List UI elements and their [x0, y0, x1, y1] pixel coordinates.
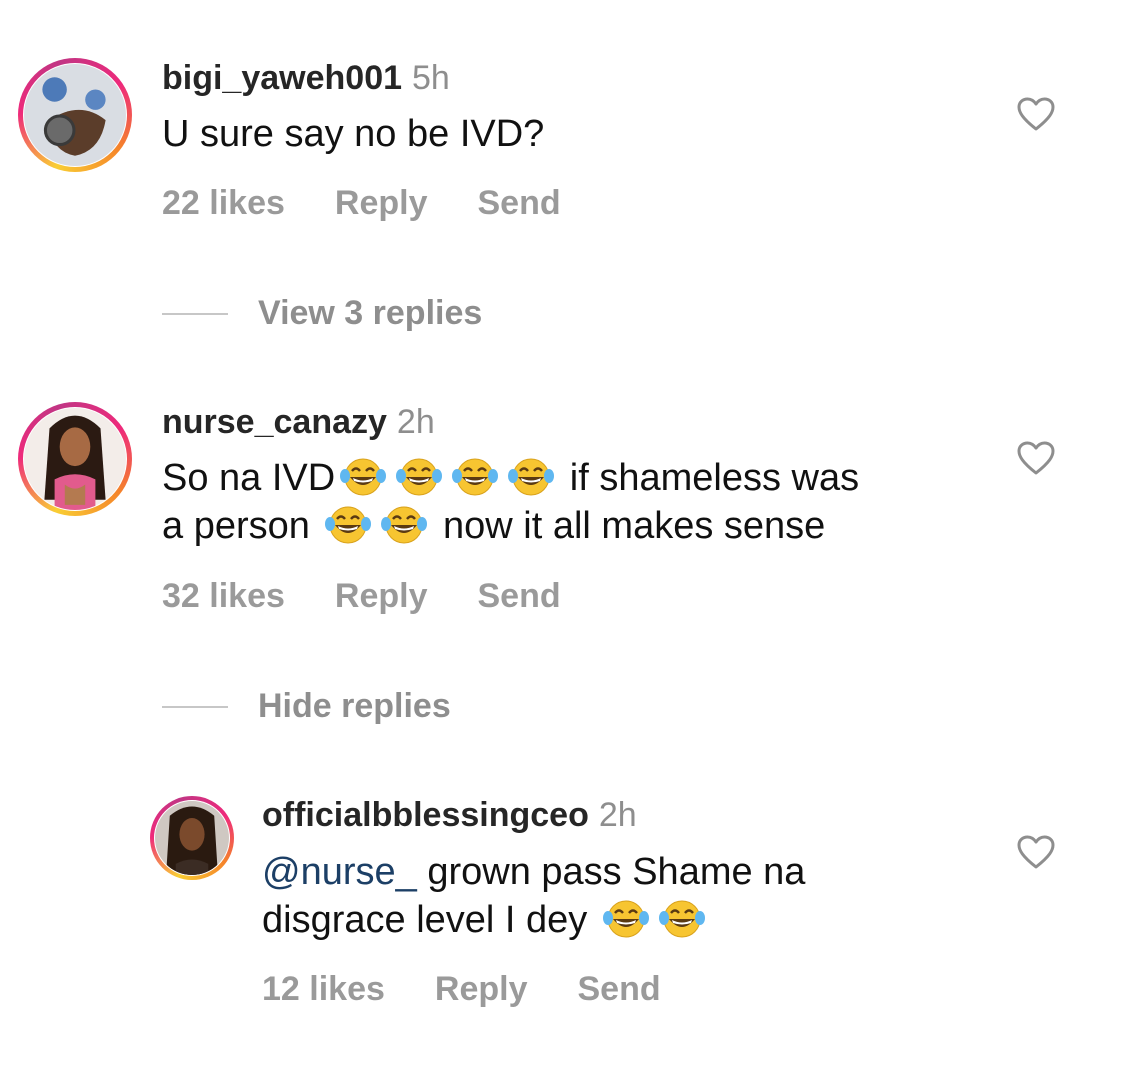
- laughing-emoji: [451, 456, 499, 498]
- comment-header: nurse_canazy 2h: [162, 402, 435, 442]
- comment-text-segment: a person: [162, 505, 310, 547]
- view-replies-label: View 3 replies: [258, 294, 483, 332]
- avatar-photo: [155, 801, 229, 875]
- avatar[interactable]: [18, 402, 132, 516]
- username[interactable]: nurse_canazy: [162, 403, 387, 441]
- reply-button[interactable]: Reply: [335, 184, 428, 222]
- laughing-emoji: [507, 456, 555, 498]
- comment-actions: 12 likes Reply Send: [262, 970, 711, 1009]
- comment-text-segment: now it all makes sense: [443, 505, 826, 547]
- send-button[interactable]: Send: [477, 577, 560, 615]
- likes-count[interactable]: 12 likes: [262, 970, 385, 1008]
- timestamp: 5h: [412, 59, 450, 97]
- laughing-emoji: [602, 898, 650, 940]
- laughing-emoji: [658, 898, 706, 940]
- comment-text-segment: So na IVD: [162, 457, 336, 499]
- comment-actions: 32 likes Reply Send: [162, 577, 611, 616]
- comment-text: @nurse_ grown pass Shame na disgrace lev…: [262, 848, 982, 944]
- comment-text-segment: grown pass Shame na: [427, 851, 806, 893]
- avatar-photo: [24, 408, 126, 510]
- heart-icon[interactable]: [1016, 834, 1056, 870]
- comment-header: bigi_yaweh001 5h: [162, 58, 450, 98]
- heart-icon[interactable]: [1016, 96, 1056, 132]
- username[interactable]: officialbblessingceo: [262, 796, 589, 834]
- mention-link[interactable]: @nurse_: [262, 851, 417, 893]
- comment-text-segment: disgrace level I dey: [262, 899, 588, 941]
- comment-text: U sure say no be IVD?: [162, 113, 545, 155]
- hide-replies-toggle[interactable]: Hide replies: [162, 687, 451, 727]
- laughing-emoji: [395, 456, 443, 498]
- thread-divider: [162, 312, 228, 315]
- comment-text-segment: if shameless was: [569, 457, 860, 499]
- timestamp: 2h: [598, 796, 637, 834]
- send-button[interactable]: Send: [577, 970, 660, 1008]
- timestamp: 2h: [396, 403, 435, 441]
- comment-actions: 22 likes Reply Send: [162, 184, 611, 223]
- laughing-emoji: [324, 504, 372, 546]
- likes-count[interactable]: 32 likes: [162, 577, 285, 615]
- thread-divider: [162, 705, 228, 708]
- reply-button[interactable]: Reply: [435, 970, 528, 1008]
- username[interactable]: bigi_yaweh001: [162, 59, 402, 97]
- hide-replies-label: Hide replies: [258, 687, 451, 725]
- reply-button[interactable]: Reply: [335, 577, 428, 615]
- likes-count[interactable]: 22 likes: [162, 184, 285, 222]
- avatar[interactable]: [18, 58, 132, 172]
- comment-header: officialbblessingceo 2h: [262, 795, 637, 835]
- heart-icon[interactable]: [1016, 440, 1056, 476]
- view-replies-toggle[interactable]: View 3 replies: [162, 294, 482, 334]
- send-button[interactable]: Send: [477, 184, 560, 222]
- comment-text: So na IVD if shameless was a person now …: [162, 454, 982, 550]
- laughing-emoji: [380, 504, 428, 546]
- laughing-emoji: [339, 456, 387, 498]
- avatar-photo: [24, 64, 126, 166]
- avatar[interactable]: [150, 796, 234, 880]
